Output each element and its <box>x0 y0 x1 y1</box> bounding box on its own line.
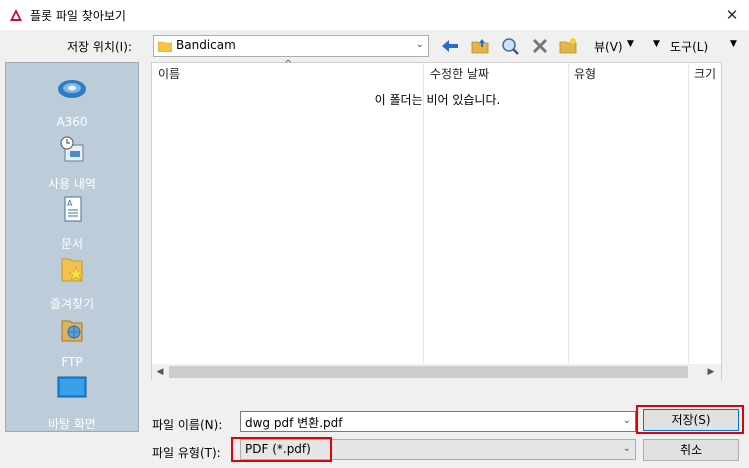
highlight-box <box>231 437 332 462</box>
column-header-size[interactable]: 크기 <box>694 65 716 83</box>
delete-icon[interactable] <box>530 36 550 56</box>
highlight-box <box>636 405 744 434</box>
sort-ascending-icon: ^ <box>284 59 293 70</box>
file-name-value: dwg pdf 변환.pdf <box>245 416 343 430</box>
save-location-dropdown[interactable]: Bandicam ⌄ <box>153 35 429 57</box>
view-menu[interactable]: 뷰(V) <box>594 38 623 55</box>
caret-down-icon: ▼ <box>730 39 737 49</box>
file-type-label: 파일 유형(T): <box>152 446 221 460</box>
column-divider <box>688 63 689 363</box>
place-label: 즐겨찾기 <box>49 297 95 311</box>
history-icon <box>60 136 84 162</box>
caret-down-icon: ▼ <box>653 39 660 49</box>
cancel-button[interactable]: 취소 <box>643 439 739 461</box>
chevron-down-icon: ⌄ <box>415 39 424 50</box>
autocad-logo-icon <box>10 9 22 21</box>
favorites-icon <box>61 258 84 282</box>
save-location-label: 저장 위치(I): <box>67 40 132 54</box>
cloud-icon <box>58 80 86 98</box>
file-list[interactable]: 이름 ^ 수정한 날짜 유형 크기 이 폴더는 비어 있습니다. <box>151 59 722 380</box>
column-divider <box>568 63 569 363</box>
column-header-modified[interactable]: 수정한 날짜 <box>430 65 489 83</box>
close-button[interactable]: ✕ <box>718 3 746 27</box>
ftp-icon <box>61 320 83 342</box>
column-divider <box>423 63 424 363</box>
scroll-left-icon[interactable]: ◀ <box>154 366 166 378</box>
desktop-icon <box>57 376 87 398</box>
place-label: FTP <box>61 355 83 369</box>
chevron-down-icon[interactable]: ⌄ <box>623 415 631 426</box>
back-arrow-icon[interactable] <box>440 36 460 56</box>
file-name-input[interactable]: dwg pdf 변환.pdf ⌄ <box>240 411 636 432</box>
place-label: A360 <box>56 115 88 129</box>
search-web-icon[interactable] <box>500 36 520 56</box>
new-folder-icon[interactable] <box>558 36 578 56</box>
up-folder-icon[interactable] <box>470 36 490 56</box>
empty-folder-message: 이 폴더는 비어 있습니다. <box>374 93 501 107</box>
scroll-right-icon[interactable]: ▶ <box>705 366 717 378</box>
place-label: 사용 내역 <box>48 177 96 191</box>
document-icon: A <box>64 196 82 222</box>
save-location-value: Bandicam <box>176 38 236 52</box>
svg-text:A: A <box>67 199 73 208</box>
scrollbar-thumb[interactable] <box>169 366 688 378</box>
horizontal-scrollbar[interactable]: ◀ ▶ <box>152 364 721 380</box>
place-a360[interactable]: A360 <box>6 75 138 135</box>
title-bar: 플롯 파일 찾아보기 ✕ <box>0 0 749 30</box>
column-header-name[interactable]: 이름 <box>158 65 180 83</box>
folder-icon <box>158 41 172 52</box>
place-documents[interactable]: A 문서 <box>6 195 138 255</box>
file-name-label: 파일 이름(N): <box>152 418 223 432</box>
window-title: 플롯 파일 찾아보기 <box>30 9 126 23</box>
caret-down-icon: ▼ <box>627 39 634 49</box>
place-label: 바탕 화면 <box>48 417 96 431</box>
place-desktop[interactable]: 바탕 화면 <box>6 375 138 435</box>
tools-menu[interactable]: 도구(L) <box>670 38 708 55</box>
place-label: 문서 <box>60 237 84 251</box>
chevron-down-icon: ⌄ <box>622 443 631 454</box>
place-ftp[interactable]: FTP <box>6 315 138 375</box>
places-bar: A360 사용 내역 A 문서 즐겨찾기 FTP 바탕 화면 <box>5 62 139 432</box>
column-header-type[interactable]: 유형 <box>574 65 596 83</box>
place-favorites[interactable]: 즐겨찾기 <box>6 255 138 315</box>
place-history[interactable]: 사용 내역 <box>6 135 138 195</box>
